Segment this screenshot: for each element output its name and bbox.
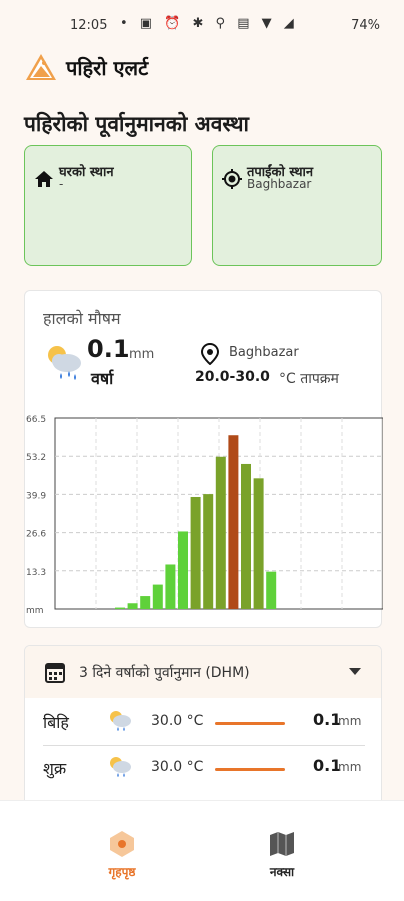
chart-bar xyxy=(203,494,214,609)
forecast-day: बिहि xyxy=(43,713,69,732)
forecast-rain-unit: mm xyxy=(338,760,362,774)
gps-icon xyxy=(222,169,242,189)
y-tick-label: 53.2 xyxy=(26,453,46,463)
nav-map-label: नक्सा xyxy=(269,865,295,879)
battery-level: 74% xyxy=(351,18,380,33)
chart-bar xyxy=(115,607,125,609)
y-tick-label: 66.5 xyxy=(26,415,46,425)
forecast-temp-bar xyxy=(215,722,285,725)
rain-cloud-icon xyxy=(110,757,131,777)
weather-place: Baghbazar xyxy=(229,345,299,360)
chart-bar xyxy=(215,456,226,609)
weather-title: हालको मौषम xyxy=(43,309,121,328)
chart-bar xyxy=(241,463,251,609)
current-location-value: Baghbazar xyxy=(247,177,312,191)
chart-bar xyxy=(228,435,239,609)
forecast-day: शुक्र xyxy=(43,759,67,778)
rain-unit: mm xyxy=(129,347,155,362)
chart-bar xyxy=(152,584,163,609)
bottom-navigation: गृहपृष्ठ नक्सा xyxy=(0,800,404,901)
chart-bar xyxy=(266,571,277,609)
y-tick-label: mm xyxy=(26,606,44,616)
chart-bar xyxy=(140,596,151,609)
calendar-icon xyxy=(45,663,65,683)
forecast-temp: 30.0 °C xyxy=(151,759,204,775)
section-title: पहिरोको पूर्वानुमानको अवस्था xyxy=(24,112,249,136)
y-tick-label: 39.9 xyxy=(26,491,46,501)
nav-map[interactable]: नक्सा xyxy=(242,829,322,880)
home-location-value: - xyxy=(59,177,64,191)
location-pin-icon xyxy=(201,343,219,365)
rain-label: वर्षा xyxy=(91,369,114,388)
chart-bar xyxy=(127,603,138,609)
chart-bar xyxy=(253,478,264,609)
y-tick-label: 26.6 xyxy=(26,530,46,540)
y-tick-label: 13.3 xyxy=(26,568,46,578)
rainfall-chart: 66.5 53.2 39.9 26.6 13.3 mm xyxy=(26,415,383,616)
rain-cloud-icon xyxy=(110,711,131,731)
app-bar: पहिरो एलर्ट xyxy=(0,52,404,92)
chevron-down-icon[interactable] xyxy=(349,668,361,675)
chart-bar xyxy=(178,531,188,609)
current-weather-card: हालको मौषम 0.1 mm वर्षा Baghbazar 20.0-3… xyxy=(24,290,383,628)
home-nav-icon xyxy=(110,831,134,857)
current-location-card[interactable]: तपाईंको स्थान Baghbazar xyxy=(212,145,382,266)
forecast-title: 3 दिने वर्षाको पुर्वानुमान (DHM) xyxy=(79,665,250,681)
forecast-temp: 30.0 °C xyxy=(151,713,204,729)
landslide-logo-icon xyxy=(26,54,56,80)
temp-label: °C तापक्रम xyxy=(279,371,339,387)
forecast-temp-bar xyxy=(215,768,285,771)
nav-home[interactable]: गृहपृष्ठ xyxy=(82,829,162,880)
rain-cloud-icon xyxy=(48,346,81,380)
chart-bar xyxy=(165,564,176,609)
chart-bar xyxy=(190,496,201,609)
home-icon xyxy=(35,171,53,187)
status-icons: • ▣ ⏰ ✱ ⚲ ▤ ▼ ◢ xyxy=(120,16,298,31)
home-location-card[interactable]: घरको स्थान - xyxy=(24,145,192,266)
rain-value: 0.1 xyxy=(87,335,130,363)
app-title: पहिरो एलर्ट xyxy=(66,56,149,80)
forecast-row: शुक्र 30.0 °C 0.1 mm xyxy=(25,746,381,792)
forecast-dropdown[interactable]: 3 दिने वर्षाको पुर्वानुमान (DHM) xyxy=(25,646,381,698)
nav-home-label: गृहपृष्ठ xyxy=(108,865,136,879)
home-location-label: घरको स्थान xyxy=(59,165,114,180)
temp-range: 20.0-30.0 xyxy=(195,369,270,385)
status-bar: 12:05 • ▣ ⏰ ✱ ⚲ ▤ ▼ ◢ 74% xyxy=(0,0,404,52)
status-time: 12:05 xyxy=(70,18,108,33)
forecast-row: बिहि 30.0 °C 0.1 mm xyxy=(25,700,381,746)
map-icon xyxy=(270,832,294,856)
forecast-rain-unit: mm xyxy=(338,714,362,728)
